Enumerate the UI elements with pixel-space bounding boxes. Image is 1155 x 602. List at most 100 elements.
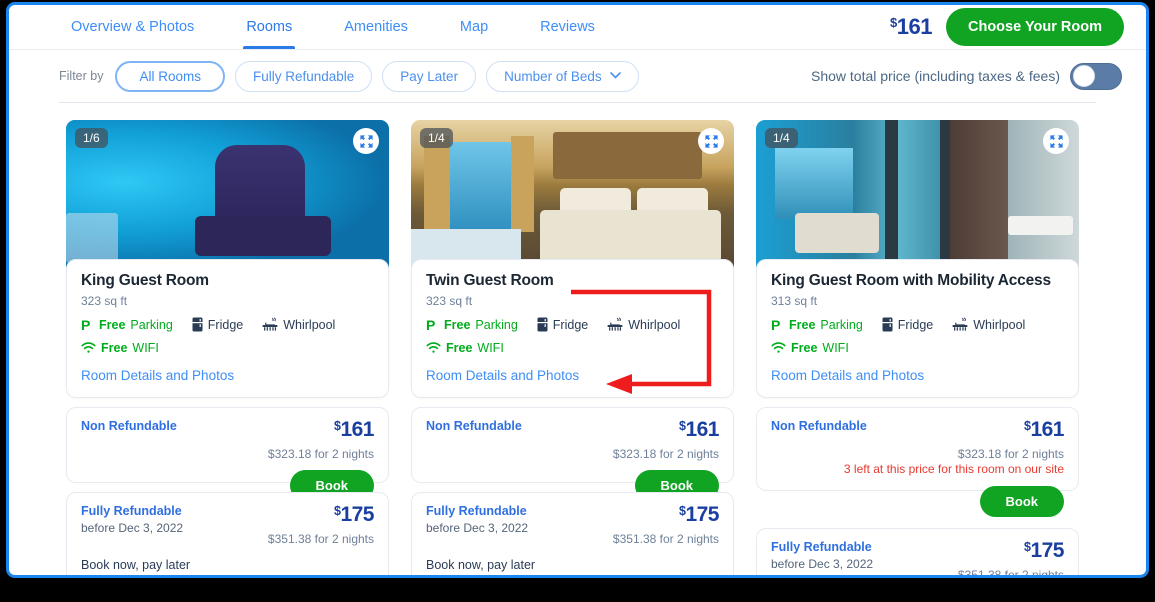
- amenity-whirlpool: Whirlpool: [952, 317, 1025, 332]
- room-details-link[interactable]: Room Details and Photos: [771, 368, 1064, 383]
- tab-label: Rooms: [246, 19, 293, 35]
- fridge-icon: [882, 317, 893, 332]
- whirlpool-icon: [607, 317, 623, 332]
- filter-chip-fully-refundable[interactable]: Fully Refundable: [234, 60, 373, 92]
- choose-your-room-button[interactable]: Choose Your Room: [946, 8, 1124, 46]
- scarcity-message: 3 left at this price for this room on ou…: [843, 462, 1064, 476]
- rate-name: Non Refundable: [81, 419, 177, 433]
- price-value: 161: [896, 14, 933, 39]
- room-details-link[interactable]: Room Details and Photos: [81, 368, 374, 383]
- parking-icon: P: [81, 318, 94, 332]
- chip-label: All Rooms: [139, 68, 201, 84]
- rate-deadline: before Dec 3, 2022: [81, 521, 184, 535]
- rate-name: Fully Refundable: [771, 540, 872, 554]
- chip-label: Number of Beds: [504, 68, 602, 84]
- room-photo-image: [411, 120, 734, 275]
- amenity-whirlpool: Whirlpool: [262, 317, 335, 332]
- header-actions: $161 Choose Your Room: [890, 5, 1124, 49]
- room-card-list: 1/6 King Guest Room 323 sq ft P Free Par…: [9, 103, 1146, 578]
- filter-chip-pay-later[interactable]: Pay Later: [382, 60, 477, 92]
- rate-price: $175: [613, 504, 719, 525]
- rate-name: Non Refundable: [426, 419, 522, 433]
- amenity-name: Fridge: [897, 317, 934, 332]
- rate-price-block: $161: [334, 419, 374, 440]
- amenity-name: Whirlpool: [283, 317, 336, 332]
- amenity-parking: P Free Parking: [426, 318, 518, 332]
- filter-chip-all-rooms[interactable]: All Rooms: [115, 60, 225, 92]
- rate-option: Fully Refundable before Dec 3, 2022 $175…: [66, 492, 389, 575]
- tab-rooms[interactable]: Rooms: [243, 5, 296, 49]
- price-value: 161: [1030, 418, 1064, 441]
- amenity-name: Whirlpool: [973, 317, 1026, 332]
- rate-price-block: $175 $351.38 for 2 nights: [612, 504, 720, 546]
- total-price-toggle[interactable]: [1070, 62, 1122, 90]
- rate-option: Non Refundable $161 $323.18 for 2 nights…: [66, 407, 389, 501]
- room-photo-carousel[interactable]: 1/6: [66, 120, 389, 275]
- expand-icon[interactable]: [353, 128, 379, 154]
- tab-reviews[interactable]: Reviews: [540, 5, 595, 49]
- fridge-icon: [192, 317, 203, 332]
- photo-count-badge: 1/6: [75, 128, 108, 148]
- photo-count-badge: 1/4: [765, 128, 798, 148]
- room-info-box: Twin Guest Room 323 sq ft P Free Parking …: [411, 259, 734, 398]
- rate-price-block: $161: [1024, 419, 1064, 440]
- currency-symbol: $: [890, 15, 897, 30]
- rate-header: Non Refundable $161: [426, 419, 719, 440]
- room-card: 1/4 Twin Guest Room 323 sq ft P Free Par…: [411, 120, 734, 575]
- amenity-row: P Free Parking Fridge Whirlpool: [771, 317, 1064, 332]
- tab-label: Map: [459, 19, 489, 35]
- room-size: 323 sq ft: [426, 294, 473, 308]
- room-photo-carousel[interactable]: 1/4: [756, 120, 1079, 275]
- svg-text:P: P: [771, 318, 780, 332]
- rate-price-block: $175 $351.38 for 2 nights: [957, 540, 1065, 578]
- tab-amenities[interactable]: Amenities: [344, 5, 408, 49]
- rate-name: Non Refundable: [771, 419, 867, 433]
- rate-price-block: $175 $351.38 for 2 nights: [268, 503, 375, 546]
- room-title: Twin Guest Room: [426, 272, 554, 289]
- parking-icon: P: [426, 318, 439, 332]
- rate-total: $323.18 for 2 nights: [957, 447, 1064, 461]
- rate-total: $351.38 for 2 nights: [612, 532, 719, 546]
- amenity-row-secondary: Free WIFI: [81, 341, 374, 355]
- tab-label: Reviews: [540, 19, 595, 35]
- parking-icon: P: [771, 318, 784, 332]
- svg-text:P: P: [81, 318, 90, 332]
- price-value: 161: [685, 418, 719, 441]
- room-photo-carousel[interactable]: 1/4: [411, 120, 734, 275]
- room-info-box: King Guest Room 323 sq ft P Free Parking …: [66, 259, 389, 398]
- filter-chip-number-of-beds[interactable]: Number of Beds: [486, 60, 639, 92]
- rate-price: $161: [334, 419, 374, 440]
- amenity-fridge: Fridge: [537, 317, 588, 332]
- chip-label: Pay Later: [400, 68, 459, 84]
- rate-header: Non Refundable $161: [81, 419, 374, 440]
- expand-icon[interactable]: [1043, 128, 1069, 154]
- expand-icon[interactable]: [698, 128, 724, 154]
- header-price: $161: [890, 14, 932, 40]
- filter-by-label: Filter by: [59, 69, 104, 83]
- rate-total: $351.38 for 2 nights: [957, 568, 1064, 578]
- toggle-knob: [1073, 65, 1095, 87]
- tab-overview-photos[interactable]: Overview & Photos: [71, 5, 194, 49]
- rate-price: $161: [679, 419, 719, 440]
- tab-map[interactable]: Map: [460, 5, 488, 49]
- room-details-link[interactable]: Room Details and Photos: [426, 368, 719, 383]
- room-card: 1/4 King Guest Room with Mobility Access…: [756, 120, 1079, 578]
- rate-header: Non Refundable $161: [771, 419, 1064, 440]
- amenity-name: Parking: [130, 317, 173, 332]
- chip-label: Fully Refundable: [252, 68, 355, 84]
- rate-header: Fully Refundable before Dec 3, 2022 $175…: [426, 504, 719, 546]
- nav-tab-list: Overview & Photos Rooms Amenities Map Re…: [71, 5, 647, 49]
- total-price-toggle-group: Show total price (including taxes & fees…: [811, 50, 1122, 102]
- price-value: 175: [340, 503, 374, 526]
- amenity-name: WIFI: [477, 341, 504, 355]
- price-value: 175: [685, 503, 719, 526]
- amenity-free-label: Free: [101, 341, 128, 355]
- room-title: King Guest Room: [81, 272, 209, 289]
- fridge-icon: [537, 317, 548, 332]
- rate-option: Fully Refundable before Dec 3, 2022 $175…: [756, 528, 1079, 578]
- tab-label: Overview & Photos: [71, 19, 195, 35]
- book-button[interactable]: Book: [979, 486, 1064, 517]
- rate-option: Non Refundable $161 $323.18 for 2 nights…: [756, 407, 1079, 517]
- rate-total: $323.18 for 2 nights: [612, 447, 719, 461]
- room-photo-image: [66, 120, 389, 275]
